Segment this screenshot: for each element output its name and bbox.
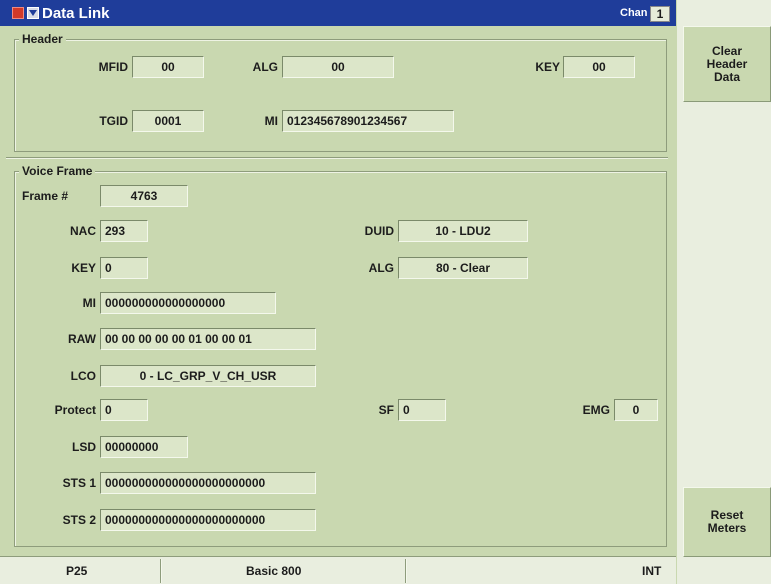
duid-field: 10 - LDU2	[398, 220, 528, 242]
lsd-field: 00000000	[100, 436, 188, 458]
emg-label: EMG	[582, 403, 610, 417]
title-bar: Data Link Chan 1	[0, 0, 676, 26]
status-separator	[160, 559, 162, 583]
vf-key-label: KEY	[71, 261, 96, 275]
header-key-label: KEY	[535, 60, 560, 74]
sf-field: 0	[398, 399, 446, 421]
chan-value[interactable]: 1	[650, 6, 670, 22]
sts2-label: STS 2	[62, 513, 96, 527]
header-mi-field: 012345678901234567	[282, 110, 454, 132]
header-legend: Header	[19, 33, 66, 45]
vf-mi-label: MI	[82, 296, 96, 310]
status-ref: INT	[642, 564, 662, 578]
header-key-field: 00	[563, 56, 635, 78]
section-divider	[6, 157, 668, 159]
header-tgid-field: 0001	[132, 110, 204, 132]
status-separator	[405, 559, 407, 583]
status-mode: P25	[66, 564, 88, 578]
sts1-label: STS 1	[62, 476, 96, 490]
chan-label: Chan	[620, 7, 648, 19]
voice-frame-legend: Voice Frame	[19, 165, 96, 177]
status-bar: P25 Basic 800 INT	[0, 556, 676, 584]
header-mfid-field: 00	[132, 56, 204, 78]
nac-label: NAC	[70, 224, 96, 238]
vf-alg-field: 80 - Clear	[398, 257, 528, 279]
protect-label: Protect	[54, 403, 96, 417]
protect-field: 0	[100, 399, 148, 421]
status-system: Basic 800	[246, 564, 302, 578]
app-close-icon[interactable]	[12, 7, 24, 19]
vf-alg-label: ALG	[368, 261, 394, 275]
window-title: Data Link	[42, 5, 110, 22]
sts1-field: 000000000000000000000000	[100, 472, 316, 494]
vf-mi-field: 000000000000000000	[100, 292, 276, 314]
raw-field: 00 00 00 00 00 01 00 00 01	[100, 328, 316, 350]
clear-header-data-button[interactable]: Clear Header Data	[683, 26, 771, 102]
header-alg-label: ALG	[252, 60, 278, 74]
nac-field: 293	[100, 220, 148, 242]
raw-label: RAW	[68, 332, 96, 346]
lsd-label: LSD	[72, 440, 96, 454]
frame-num-field: 4763	[100, 185, 188, 207]
lco-label: LCO	[70, 369, 96, 383]
duid-label: DUID	[364, 224, 394, 238]
reset-meters-button[interactable]: Reset Meters	[683, 487, 771, 557]
header-tgid-label: TGID	[99, 114, 128, 128]
lco-field: 0 - LC_GRP_V_CH_USR	[100, 365, 316, 387]
header-mfid-label: MFID	[98, 60, 128, 74]
vf-key-field: 0	[100, 257, 148, 279]
sf-label: SF	[378, 403, 394, 417]
header-alg-field: 00	[282, 56, 394, 78]
sts2-field: 000000000000000000000000	[100, 509, 316, 531]
frame-num-label: Frame #	[22, 189, 69, 203]
emg-field: 0	[614, 399, 658, 421]
window-menu-icon[interactable]	[27, 7, 39, 19]
header-mi-label: MI	[264, 114, 278, 128]
